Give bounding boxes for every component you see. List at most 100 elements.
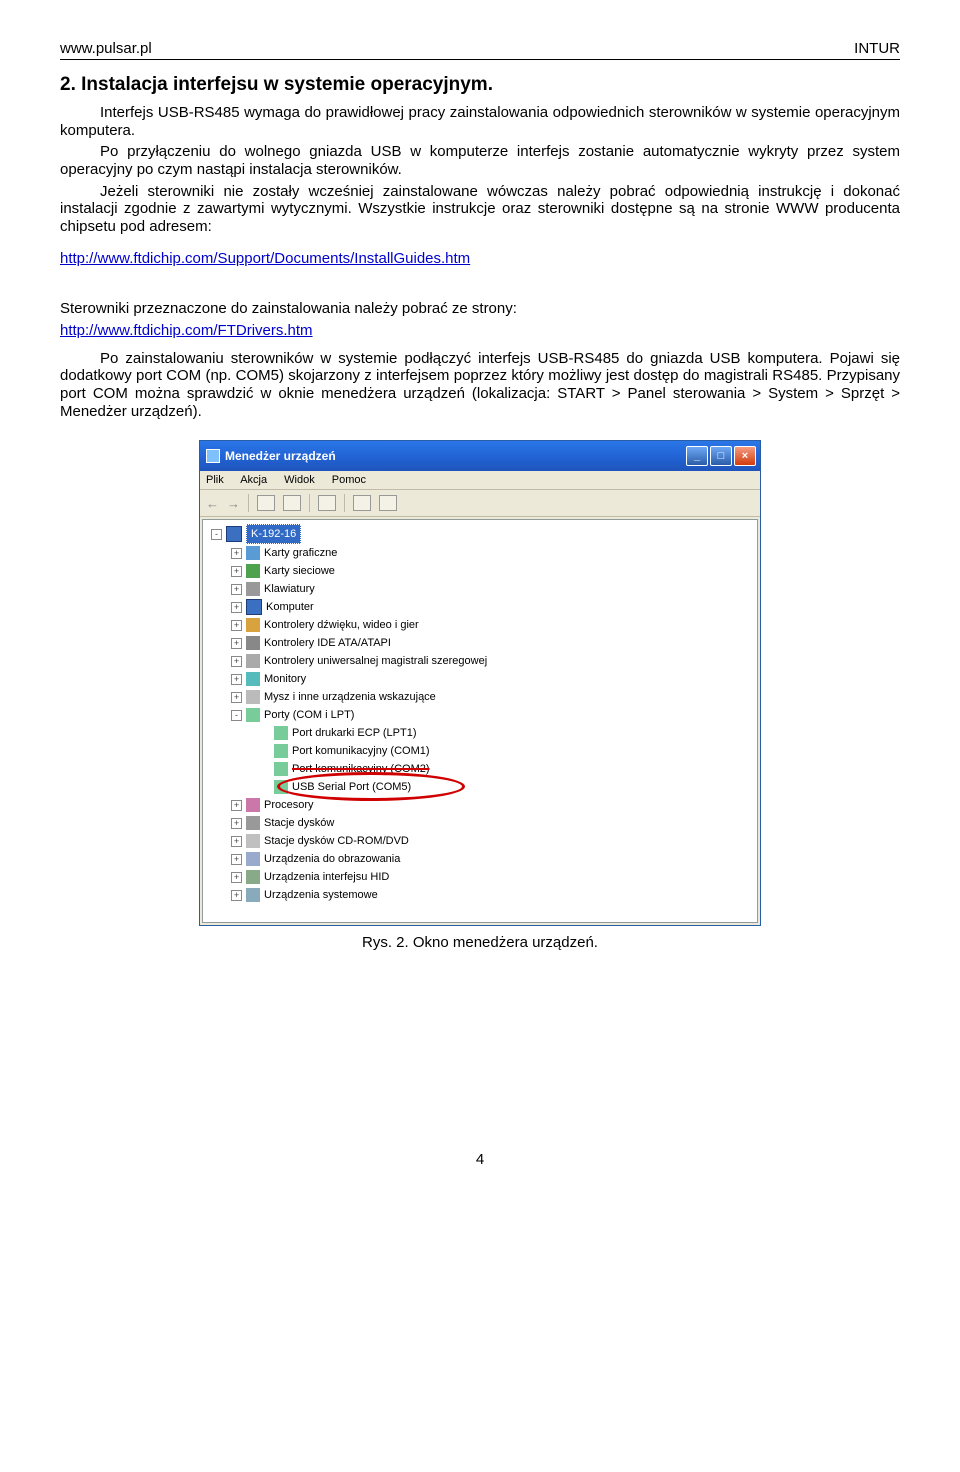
maximize-button[interactable]: □ (710, 446, 732, 466)
expand-icon[interactable]: + (231, 566, 242, 577)
port-icon (274, 726, 288, 740)
close-button[interactable]: × (734, 446, 756, 466)
page-header: www.pulsar.pl INTUR (60, 40, 900, 60)
toolbar-separator (344, 494, 345, 512)
menu-widok[interactable]: Widok (284, 474, 315, 486)
toolbar-icon-5[interactable] (379, 495, 397, 511)
tree-node[interactable]: + Mysz i inne urządzenia wskazujące (209, 688, 751, 706)
toolbar-separator (248, 494, 249, 512)
toolbar-icon-2[interactable] (283, 495, 301, 511)
menu-pomoc[interactable]: Pomoc (332, 474, 366, 486)
expand-icon[interactable]: + (231, 800, 242, 811)
paragraph-1: Interfejs USB-RS485 wymaga do prawidłowe… (60, 104, 900, 139)
tree-node[interactable]: +Stacje dysków (209, 814, 751, 832)
menu-plik[interactable]: Plik (206, 474, 224, 486)
page-number: 4 (60, 1151, 900, 1168)
tree-node[interactable]: + Klawiatury (209, 580, 751, 598)
expand-icon[interactable]: + (231, 548, 242, 559)
cpu-icon (246, 798, 260, 812)
expand-icon[interactable]: + (231, 854, 242, 865)
expand-icon[interactable]: + (231, 890, 242, 901)
tree-node-label: Karty sieciowe (264, 562, 335, 580)
back-button[interactable]: ← (206, 496, 219, 511)
toolbar: ← → (200, 490, 760, 517)
paragraph-4: Sterowniki przeznaczone do zainstalowani… (60, 300, 900, 318)
monitor-icon (246, 672, 260, 686)
expand-icon[interactable]: + (231, 836, 242, 847)
tree-node-label: Stacje dysków CD-ROM/DVD (264, 832, 409, 850)
tree-node[interactable]: + Monitory (209, 670, 751, 688)
hid-icon (246, 870, 260, 884)
toolbar-icon-3[interactable] (318, 495, 336, 511)
tree-node-label: Urządzenia do obrazowania (264, 850, 400, 868)
header-left: www.pulsar.pl (60, 40, 152, 57)
window-title: Menedżer urządzeń (225, 449, 336, 463)
tree-node-label: Kontrolery dźwięku, wideo i gier (264, 616, 419, 634)
usb-icon (246, 654, 260, 668)
tree-node-label: Karty graficzne (264, 544, 337, 562)
device-tree[interactable]: - K-192-16 + Karty graficzne + Karty sieciowe… (202, 519, 758, 923)
tree-node-label: Mysz i inne urządzenia wskazujące (264, 688, 436, 706)
tree-node[interactable]: + Urządzenia interfejsu HID (209, 868, 751, 886)
menu-bar: Plik Akcja Widok Pomoc (200, 471, 760, 490)
toolbar-icon-4[interactable] (353, 495, 371, 511)
tree-node[interactable]: -Porty (COM i LPT) (209, 706, 751, 724)
cd-icon (246, 834, 260, 848)
expand-icon (259, 747, 270, 756)
tree-node-label: Urządzenia systemowe (264, 886, 378, 904)
link-install-guides[interactable]: http://www.ftdichip.com/Support/Document… (60, 250, 470, 267)
tree-node-label: USB Serial Port (COM5) (292, 778, 411, 796)
disk-icon (246, 816, 260, 830)
tree-node[interactable]: + Stacje dysków CD-ROM/DVD (209, 832, 751, 850)
expand-icon[interactable]: + (231, 692, 242, 703)
forward-button[interactable]: → (227, 496, 240, 511)
minimize-button[interactable]: _ (686, 446, 708, 466)
tree-node-label: Urządzenia interfejsu HID (264, 868, 389, 886)
tree-node-label: Port drukarki ECP (LPT1) (292, 724, 417, 742)
tree-node[interactable]: + Kontrolery dźwięku, wideo i gier (209, 616, 751, 634)
expand-icon[interactable]: + (231, 818, 242, 829)
expand-icon[interactable]: + (231, 602, 242, 613)
titlebar: Menedżer urządzeń _ □ × (200, 441, 760, 471)
port-icon (274, 762, 288, 776)
tree-node[interactable]: + Karty sieciowe (209, 562, 751, 580)
header-right: INTUR (854, 40, 900, 57)
tree-node-label: Kontrolery uniwersalnej magistrali szere… (264, 652, 487, 670)
expand-icon (259, 729, 270, 738)
expand-icon[interactable]: + (231, 638, 242, 649)
tree-node[interactable]: + Karty graficzne (209, 544, 751, 562)
menu-akcja[interactable]: Akcja (240, 474, 267, 486)
tree-node[interactable]: USB Serial Port (COM5) (209, 778, 751, 796)
paragraph-2: Po przyłączeniu do wolnego gniazda USB w… (60, 143, 900, 178)
tree-node[interactable]: Port drukarki ECP (LPT1) (209, 724, 751, 742)
expand-icon[interactable]: + (231, 620, 242, 631)
port-icon (274, 744, 288, 758)
tree-node-label: Port komunikacyjny (COM2) (292, 760, 430, 778)
expand-icon[interactable]: + (231, 872, 242, 883)
tree-node[interactable]: +Procesory (209, 796, 751, 814)
tree-root[interactable]: K-192-16 (246, 524, 301, 544)
expand-icon[interactable]: + (231, 584, 242, 595)
expand-icon[interactable]: + (231, 674, 242, 685)
mouse-icon (246, 690, 260, 704)
app-icon (206, 449, 220, 463)
tree-node-label: Monitory (264, 670, 306, 688)
tree-node[interactable]: + Kontrolery uniwersalnej magistrali szer… (209, 652, 751, 670)
figure-caption: Rys. 2. Okno menedżera urządzeń. (60, 934, 900, 951)
ide-icon (246, 636, 260, 650)
tree-node[interactable]: +Kontrolery IDE ATA/ATAPI (209, 634, 751, 652)
tree-node[interactable]: Port komunikacyjny (COM1) (209, 742, 751, 760)
tree-node[interactable]: Port komunikacyjny (COM2) (209, 760, 751, 778)
tree-node-label: Klawiatury (264, 580, 315, 598)
expand-icon[interactable]: + (231, 656, 242, 667)
toolbar-icon-1[interactable] (257, 495, 275, 511)
tree-node-label: Port komunikacyjny (COM1) (292, 742, 430, 760)
expand-icon[interactable]: - (231, 710, 242, 721)
link-ftdrivers[interactable]: http://www.ftdichip.com/FTDrivers.htm (60, 322, 313, 339)
tree-node[interactable]: + Urządzenia systemowe (209, 886, 751, 904)
expand-icon (259, 783, 270, 792)
tree-node[interactable]: + Urządzenia do obrazowania (209, 850, 751, 868)
device-manager-window: Menedżer urządzeń _ □ × Plik Akcja Widok… (199, 440, 761, 926)
comp-icon (246, 599, 262, 615)
tree-node[interactable]: +Komputer (209, 598, 751, 616)
